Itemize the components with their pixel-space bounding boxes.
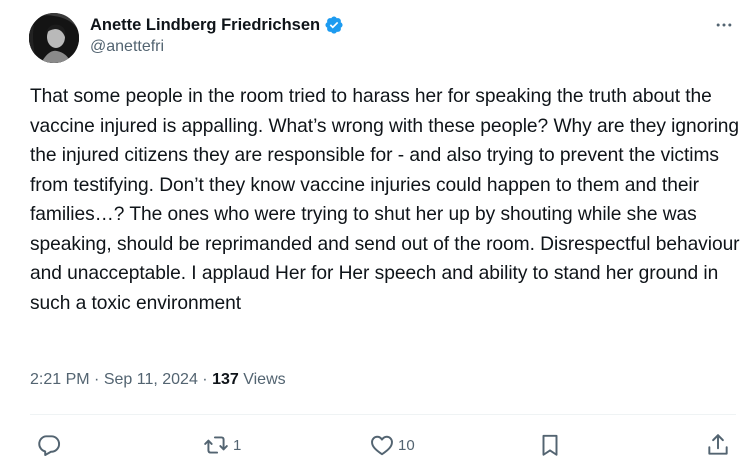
like-icon [369,432,395,458]
tweet-time[interactable]: 2:21 PM [30,371,90,388]
like-count: 10 [398,436,415,454]
repost-icon [202,432,230,458]
reply-button[interactable] [36,428,65,462]
author-name-row: Anette Lindberg Friedrichsen [90,14,344,36]
author-display-name[interactable]: Anette Lindberg Friedrichsen [90,16,320,35]
views-label: Views [243,371,286,388]
like-button[interactable]: 10 [369,428,415,462]
tweet-text: That some people in the room tried to ha… [30,86,740,314]
repost-count: 1 [233,436,242,454]
divider [30,414,736,415]
author-handle[interactable]: @anettefri [90,38,164,56]
more-horizontal-icon[interactable] [713,14,735,36]
reply-icon [36,432,62,458]
meta-separator: · [94,371,104,388]
views-count: 137 [212,371,239,388]
share-button[interactable] [705,428,731,462]
tweet-date[interactable]: Sep 11, 2024 [104,371,198,388]
meta-separator: · [202,371,213,388]
bookmark-button[interactable] [537,428,563,462]
tweet-card: Anette Lindberg Friedrichsen @anettefri … [0,0,746,473]
tweet-metadata: 2:21 PM · Sep 11, 2024 · 137 Views [30,371,286,389]
bookmark-icon [537,432,563,458]
avatar[interactable] [29,13,79,63]
repost-button[interactable]: 1 [202,428,241,462]
verified-badge-icon[interactable] [324,15,344,35]
avatar-image [29,13,79,63]
share-icon [705,432,731,458]
action-bar: 1 10 [0,428,746,462]
